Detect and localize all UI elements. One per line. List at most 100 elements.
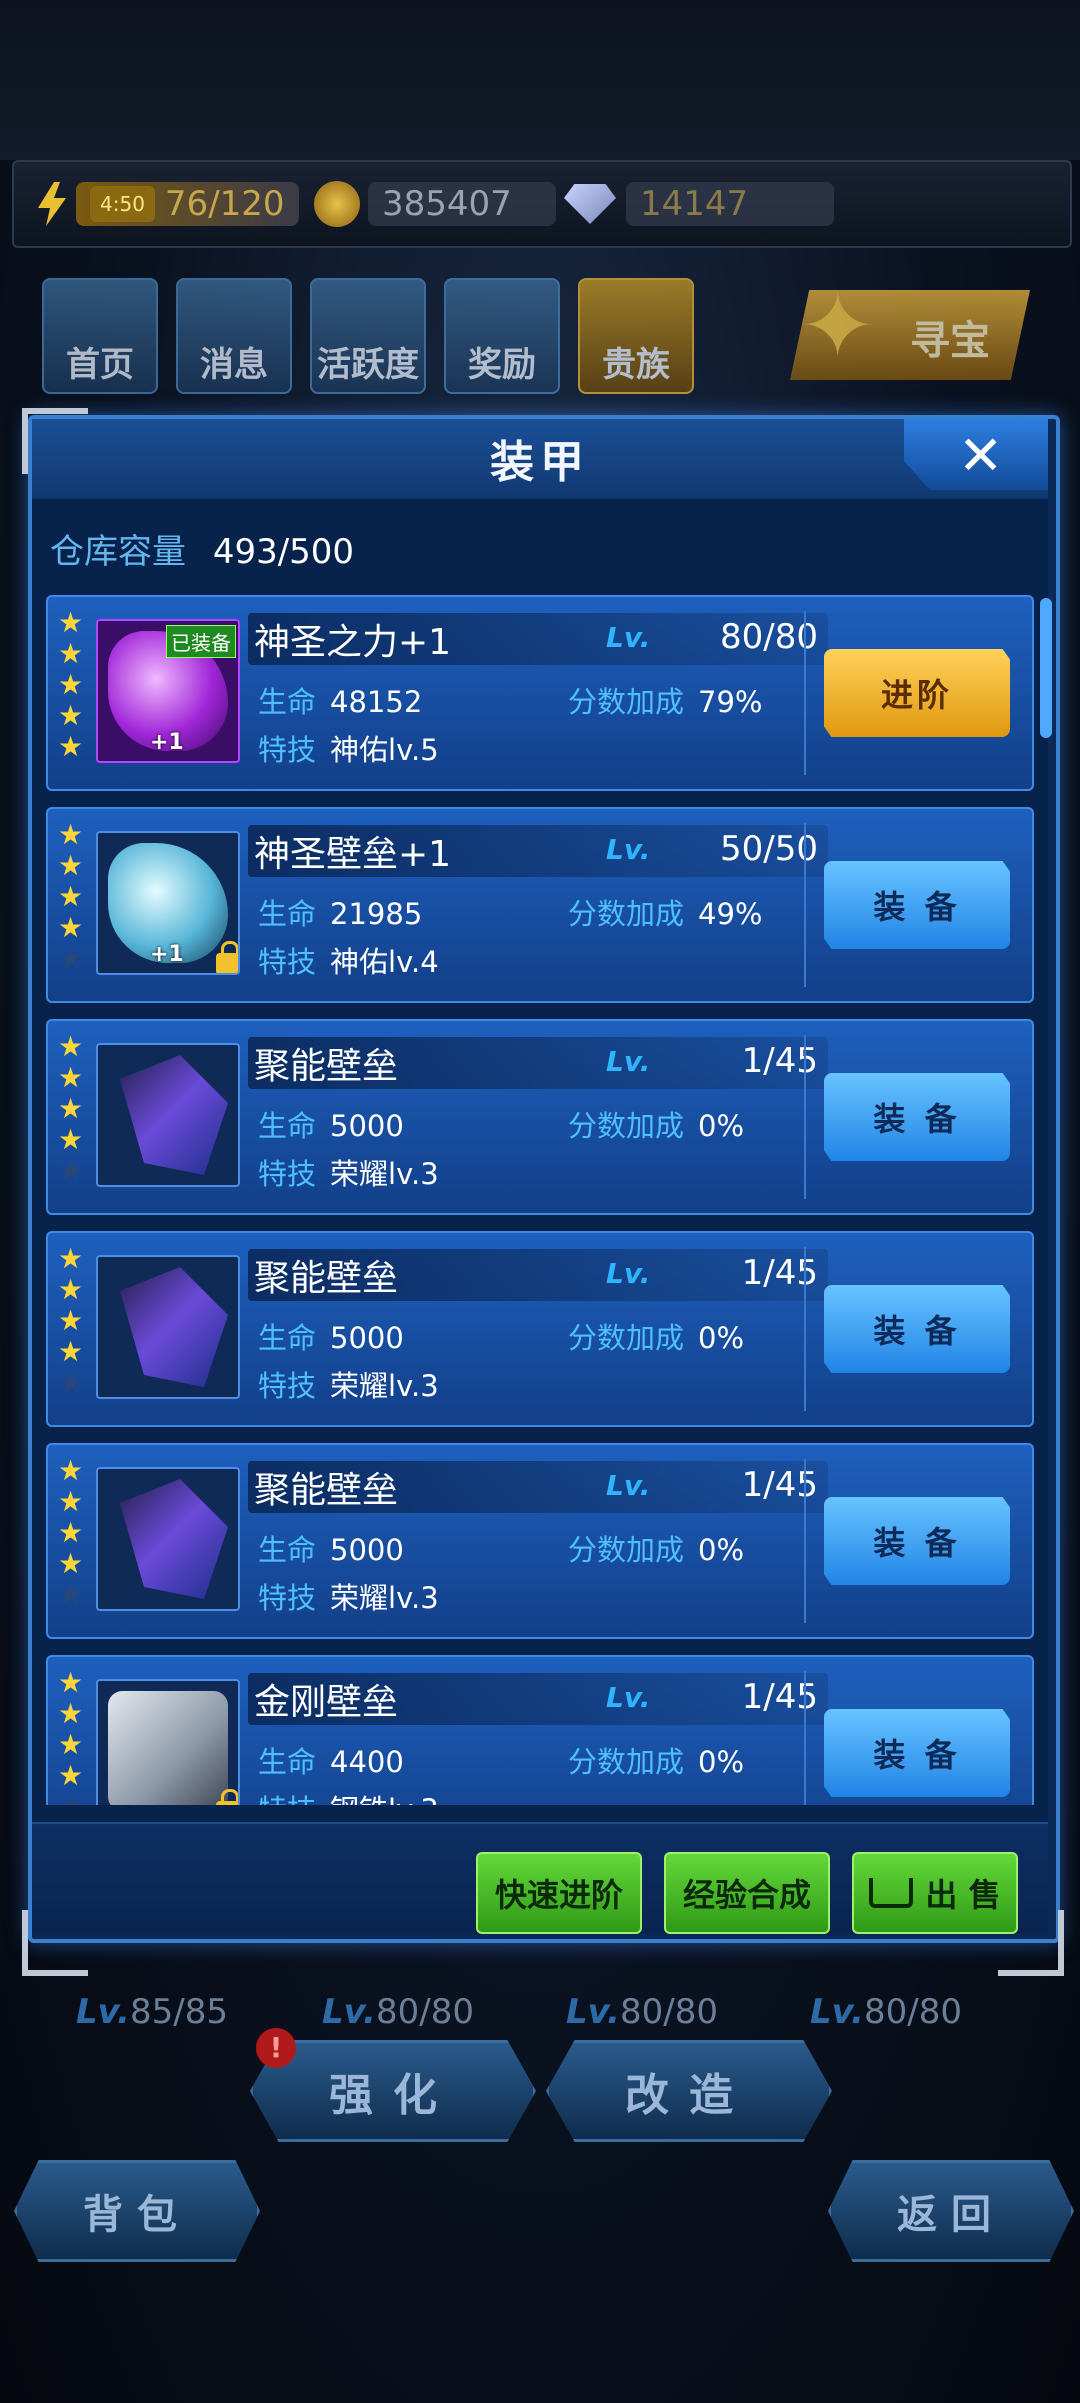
equip-button[interactable]: 装 备 <box>824 861 1010 949</box>
armor-icon[interactable] <box>96 1255 240 1399</box>
star-icon: ★ <box>58 730 84 763</box>
armor-icon[interactable] <box>96 1679 240 1805</box>
armor-name: 神圣壁垒+1 <box>254 834 452 875</box>
energy-resource[interactable]: 4:50 76 /120 <box>34 180 299 228</box>
star-rating: ★★★★★ <box>58 819 88 974</box>
score-row: 分数加成 0% <box>568 1527 744 1569</box>
armor-name: 聚能壁垒 <box>254 1258 399 1299</box>
score-label: 分数加成 <box>568 1109 685 1143</box>
star-rating: ★★★★★ <box>58 1667 88 1805</box>
skill-row: 特技 荣耀lv.3 <box>258 1151 439 1193</box>
bg-level-value: 80/80 <box>619 1992 718 2032</box>
star-empty-icon: ★ <box>58 1154 84 1187</box>
divider <box>804 823 806 987</box>
lv-label: Lv. <box>606 1257 651 1290</box>
star-icon: ★ <box>58 1304 84 1337</box>
lv-value: 1/45 <box>741 1677 818 1717</box>
hp-label: 生命 <box>258 1321 317 1355</box>
nav-noble-button[interactable]: 贵族 <box>578 278 694 394</box>
nav-rewards-button[interactable]: 奖励 <box>444 278 560 394</box>
divider <box>804 1459 806 1623</box>
star-icon: ★ <box>58 849 84 882</box>
divider <box>804 1035 806 1199</box>
treasure-button[interactable]: ✦ 寻宝 <box>790 290 1030 380</box>
star-icon: ★ <box>58 637 84 670</box>
armor-card[interactable]: ★ ★ ★ ★ ★ 聚能壁垒 Lv. 1/45 生命 5000 分数加成 0% 特技 荣耀lv… <box>46 1231 1034 1427</box>
star-icon: ★ <box>58 1030 84 1063</box>
score-label: 分数加成 <box>568 1745 685 1779</box>
equip-button[interactable]: 装 备 <box>824 1497 1010 1585</box>
hp-value: 4400 <box>330 1745 404 1779</box>
armor-icon[interactable] <box>96 1467 240 1611</box>
equip-button[interactable]: 装 备 <box>824 1073 1010 1161</box>
shield-art <box>120 1055 228 1175</box>
quick-advance-button[interactable]: 快速进阶 <box>476 1852 642 1934</box>
close-button[interactable]: ✕ <box>904 418 1048 490</box>
exp-synthesis-label: 经验合成 <box>682 1876 811 1914</box>
star-empty-icon: ★ <box>58 1578 84 1611</box>
list-scrollbar[interactable] <box>1040 598 1052 738</box>
advance-button[interactable]: 进阶 <box>824 649 1010 737</box>
hp-row: 生命 5000 <box>258 1527 404 1569</box>
nav-activity-button[interactable]: 活跃度 <box>310 278 426 394</box>
star-icon: ★ <box>58 880 84 913</box>
star-icon: ★ <box>58 699 84 732</box>
bg-level-prefix: Lv. <box>810 1992 864 2032</box>
nav-messages-button[interactable]: 消息 <box>176 278 292 394</box>
hp-value: 21985 <box>330 897 423 931</box>
star-icon: ★ <box>58 1485 84 1518</box>
armor-icon[interactable]: +1 <box>96 831 240 975</box>
back-button[interactable]: 返回 <box>828 2160 1074 2262</box>
coin-resource[interactable]: 385407 <box>314 180 556 228</box>
armor-card[interactable]: ★ ★ ★ ★ ★ 聚能壁垒 Lv. 1/45 生命 5000 分数加成 0% 特技 荣耀lv… <box>46 1019 1034 1215</box>
energy-current: 76 <box>164 184 209 224</box>
modify-button[interactable]: 改造 <box>546 2040 832 2142</box>
bg-level: Lv.85/85 <box>76 1992 228 2032</box>
equip-button[interactable]: 装 备 <box>824 1709 1010 1797</box>
star-icon: ★ <box>58 606 84 639</box>
divider <box>804 1247 806 1411</box>
bg-level-value: 80/80 <box>375 1992 474 2032</box>
armor-list[interactable]: ★ ★ ★ ★ ★ 已装备 +1 神圣之力+1 Lv. 80/80 生命 48152 分数… <box>46 595 1036 1805</box>
armor-card[interactable]: ★ ★ ★ ★ ★ +1 神圣壁垒+1 Lv. 50/50 生命 21985 分数加成 49… <box>46 807 1034 1003</box>
armor-card[interactable]: ★★★★★ 金刚壁垒 Lv. 1/45 生命4400 分数加成0% 特技钢铁lv… <box>46 1655 1034 1805</box>
steel-shield-art <box>108 1691 228 1805</box>
skill-value: 荣耀lv.3 <box>330 1157 439 1191</box>
nav-rewards-label: 奖励 <box>468 345 536 385</box>
star-rating: ★★★★★ <box>58 1455 88 1610</box>
exp-synthesis-button[interactable]: 经验合成 <box>664 1852 830 1934</box>
bg-level: Lv.80/80 <box>810 1992 962 2032</box>
quick-advance-label: 快速进阶 <box>494 1876 623 1914</box>
lightning-icon <box>38 182 66 226</box>
plus-label: +1 <box>150 730 184 755</box>
star-empty-icon: ★ <box>58 942 84 975</box>
bg-level-prefix: Lv. <box>322 1992 376 2032</box>
score-label: 分数加成 <box>568 1321 685 1355</box>
score-row: 分数加成 0% <box>568 1315 744 1357</box>
treasure-label: 寻宝 <box>910 318 990 364</box>
star-icon: ★ <box>58 1061 84 1094</box>
sell-button[interactable]: 出 售 <box>852 1852 1018 1934</box>
back-label: 返回 <box>897 2192 1005 2238</box>
gem-resource[interactable]: 14147 <box>564 180 834 228</box>
gem-icon <box>564 184 616 224</box>
lv-value: 50/50 <box>720 829 818 869</box>
bg-level: Lv.80/80 <box>566 1992 718 2032</box>
armor-icon[interactable] <box>96 1043 240 1187</box>
score-value: 79% <box>698 685 763 719</box>
alert-badge: ! <box>256 2028 296 2068</box>
score-value: 49% <box>698 897 763 931</box>
score-value: 0% <box>698 1533 745 1567</box>
backpack-button[interactable]: 背包 <box>14 2160 260 2262</box>
nav-home-button[interactable]: 首页 <box>42 278 158 394</box>
equip-button[interactable]: 装 备 <box>824 1285 1010 1373</box>
armor-card[interactable]: ★ ★ ★ ★ ★ 已装备 +1 神圣之力+1 Lv. 80/80 生命 48152 分数… <box>46 595 1034 791</box>
skill-value: 荣耀lv.3 <box>330 1581 439 1615</box>
capacity-label: 仓库容量 <box>50 532 186 572</box>
hp-row: 生命 5000 <box>258 1315 404 1357</box>
star-icon: ★ <box>58 1666 84 1699</box>
skill-value: 荣耀lv.3 <box>330 1369 439 1403</box>
armor-card[interactable]: ★ ★ ★ ★ ★ 聚能壁垒 Lv. 1/45 生命 5000 分数加成 0% 特技 荣耀lv… <box>46 1443 1034 1639</box>
hp-row: 生命 4400 <box>258 1739 404 1781</box>
armor-icon[interactable]: 已装备 +1 <box>96 619 240 763</box>
